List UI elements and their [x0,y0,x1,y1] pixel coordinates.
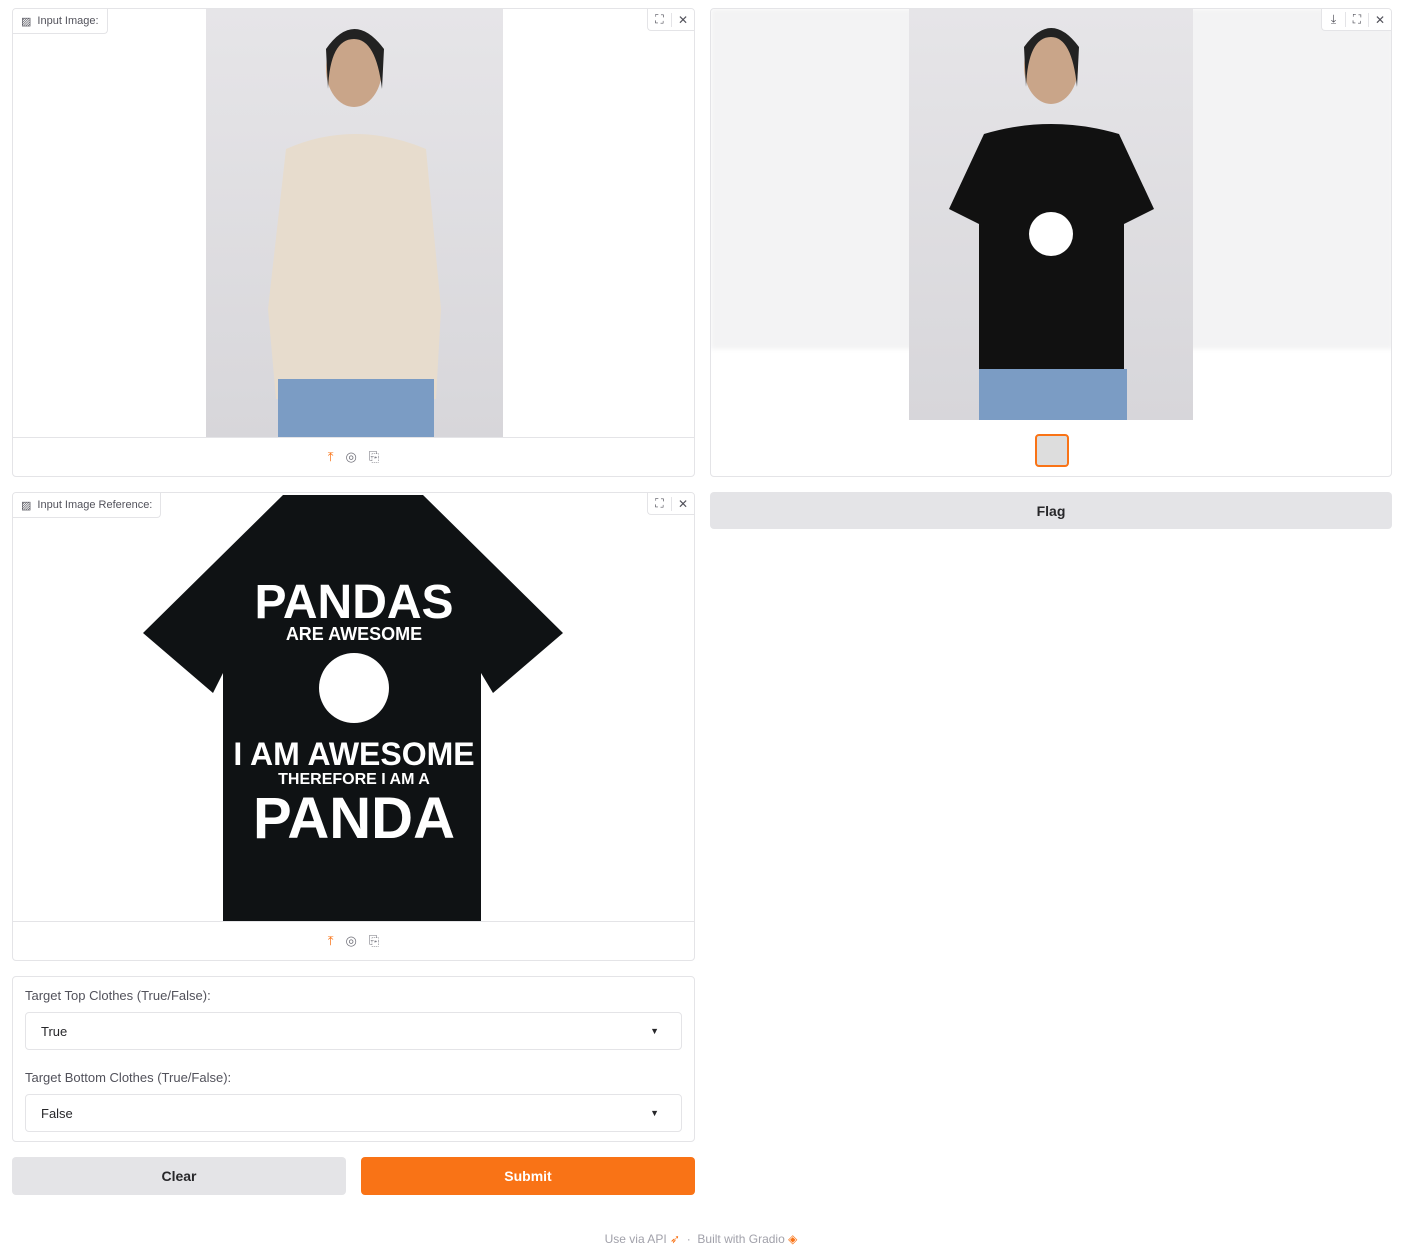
close-icon[interactable]: ✕ [671,496,694,511]
caret-down-icon: ▼ [650,1026,659,1036]
built-with-gradio-link[interactable]: Built with Gradio [697,1232,784,1246]
top-clothes-dropdown[interactable]: True ▼ [25,1012,682,1050]
shirt-text: PANDAS [254,576,453,629]
top-clothes-label: Target Top Clothes (True/False): [25,988,211,1003]
close-icon[interactable]: ✕ [671,12,694,27]
caret-down-icon: ▼ [650,1108,659,1118]
shirt-text: I AM AWESOME [233,736,474,772]
tshirt-image: PANDAS ARE AWESOME I AM AWESOME THEREFOR… [143,495,563,921]
flag-button[interactable]: Flag [710,492,1392,529]
gradio-logo-icon: ◈ [788,1232,798,1246]
download-icon[interactable]: ⤓ [1322,12,1345,27]
webcam-icon[interactable]: ◎ [346,449,357,465]
clipboard-icon[interactable]: ⎘ [369,449,379,465]
close-icon[interactable]: ✕ [1368,12,1391,27]
separator: · [686,1232,691,1246]
input-image-block[interactable]: ▨ Input Image: ⛶ ✕ ⤒ ◎ ⎘ [12,8,695,477]
output-image-block: ⤓ ⛶ ✕ [710,8,1392,477]
input-image-label: ▨ Input Image: [13,9,108,34]
shirt-text: ARE AWESOME [286,624,422,644]
bottom-clothes-label: Target Bottom Clothes (True/False): [25,1070,232,1085]
dropdown-value: False [41,1105,73,1121]
person-figure [268,29,441,438]
upload-icon[interactable]: ⤒ [328,449,334,465]
dropdown-value: True [41,1023,68,1039]
output-person-photo [909,9,1193,420]
gallery-thumbnail[interactable] [1035,434,1069,467]
webcam-icon[interactable]: ◎ [346,933,357,949]
use-via-api-link[interactable]: Use via API [605,1232,667,1246]
submit-button[interactable]: Submit [361,1157,695,1195]
bottom-clothes-dropdown[interactable]: False ▼ [25,1094,682,1132]
person-figure [949,28,1154,420]
footer: Use via API ➶ · Built with Gradio ◈ [0,1232,1402,1246]
fullscreen-icon[interactable]: ⛶ [1345,12,1368,27]
fullscreen-icon[interactable]: ⛶ [648,496,671,511]
reference-image-label: ▨ Input Image Reference: [13,493,162,518]
image-icon: ▨ [21,15,32,28]
reference-image-block[interactable]: ▨ Input Image Reference: ⛶ ✕ PANDAS ARE AW… [12,492,695,961]
image-icon: ▨ [21,499,32,512]
input-person-photo [206,9,503,438]
clipboard-icon[interactable]: ⎘ [369,933,379,949]
rocket-icon: ➶ [670,1232,681,1246]
fullscreen-icon[interactable]: ⛶ [648,12,671,27]
options-panel: Target Top Clothes (True/False): True ▼ T… [12,976,695,1142]
clear-button[interactable]: Clear [12,1157,346,1195]
shirt-text: PANDA [253,786,455,851]
upload-icon[interactable]: ⤒ [328,933,334,949]
